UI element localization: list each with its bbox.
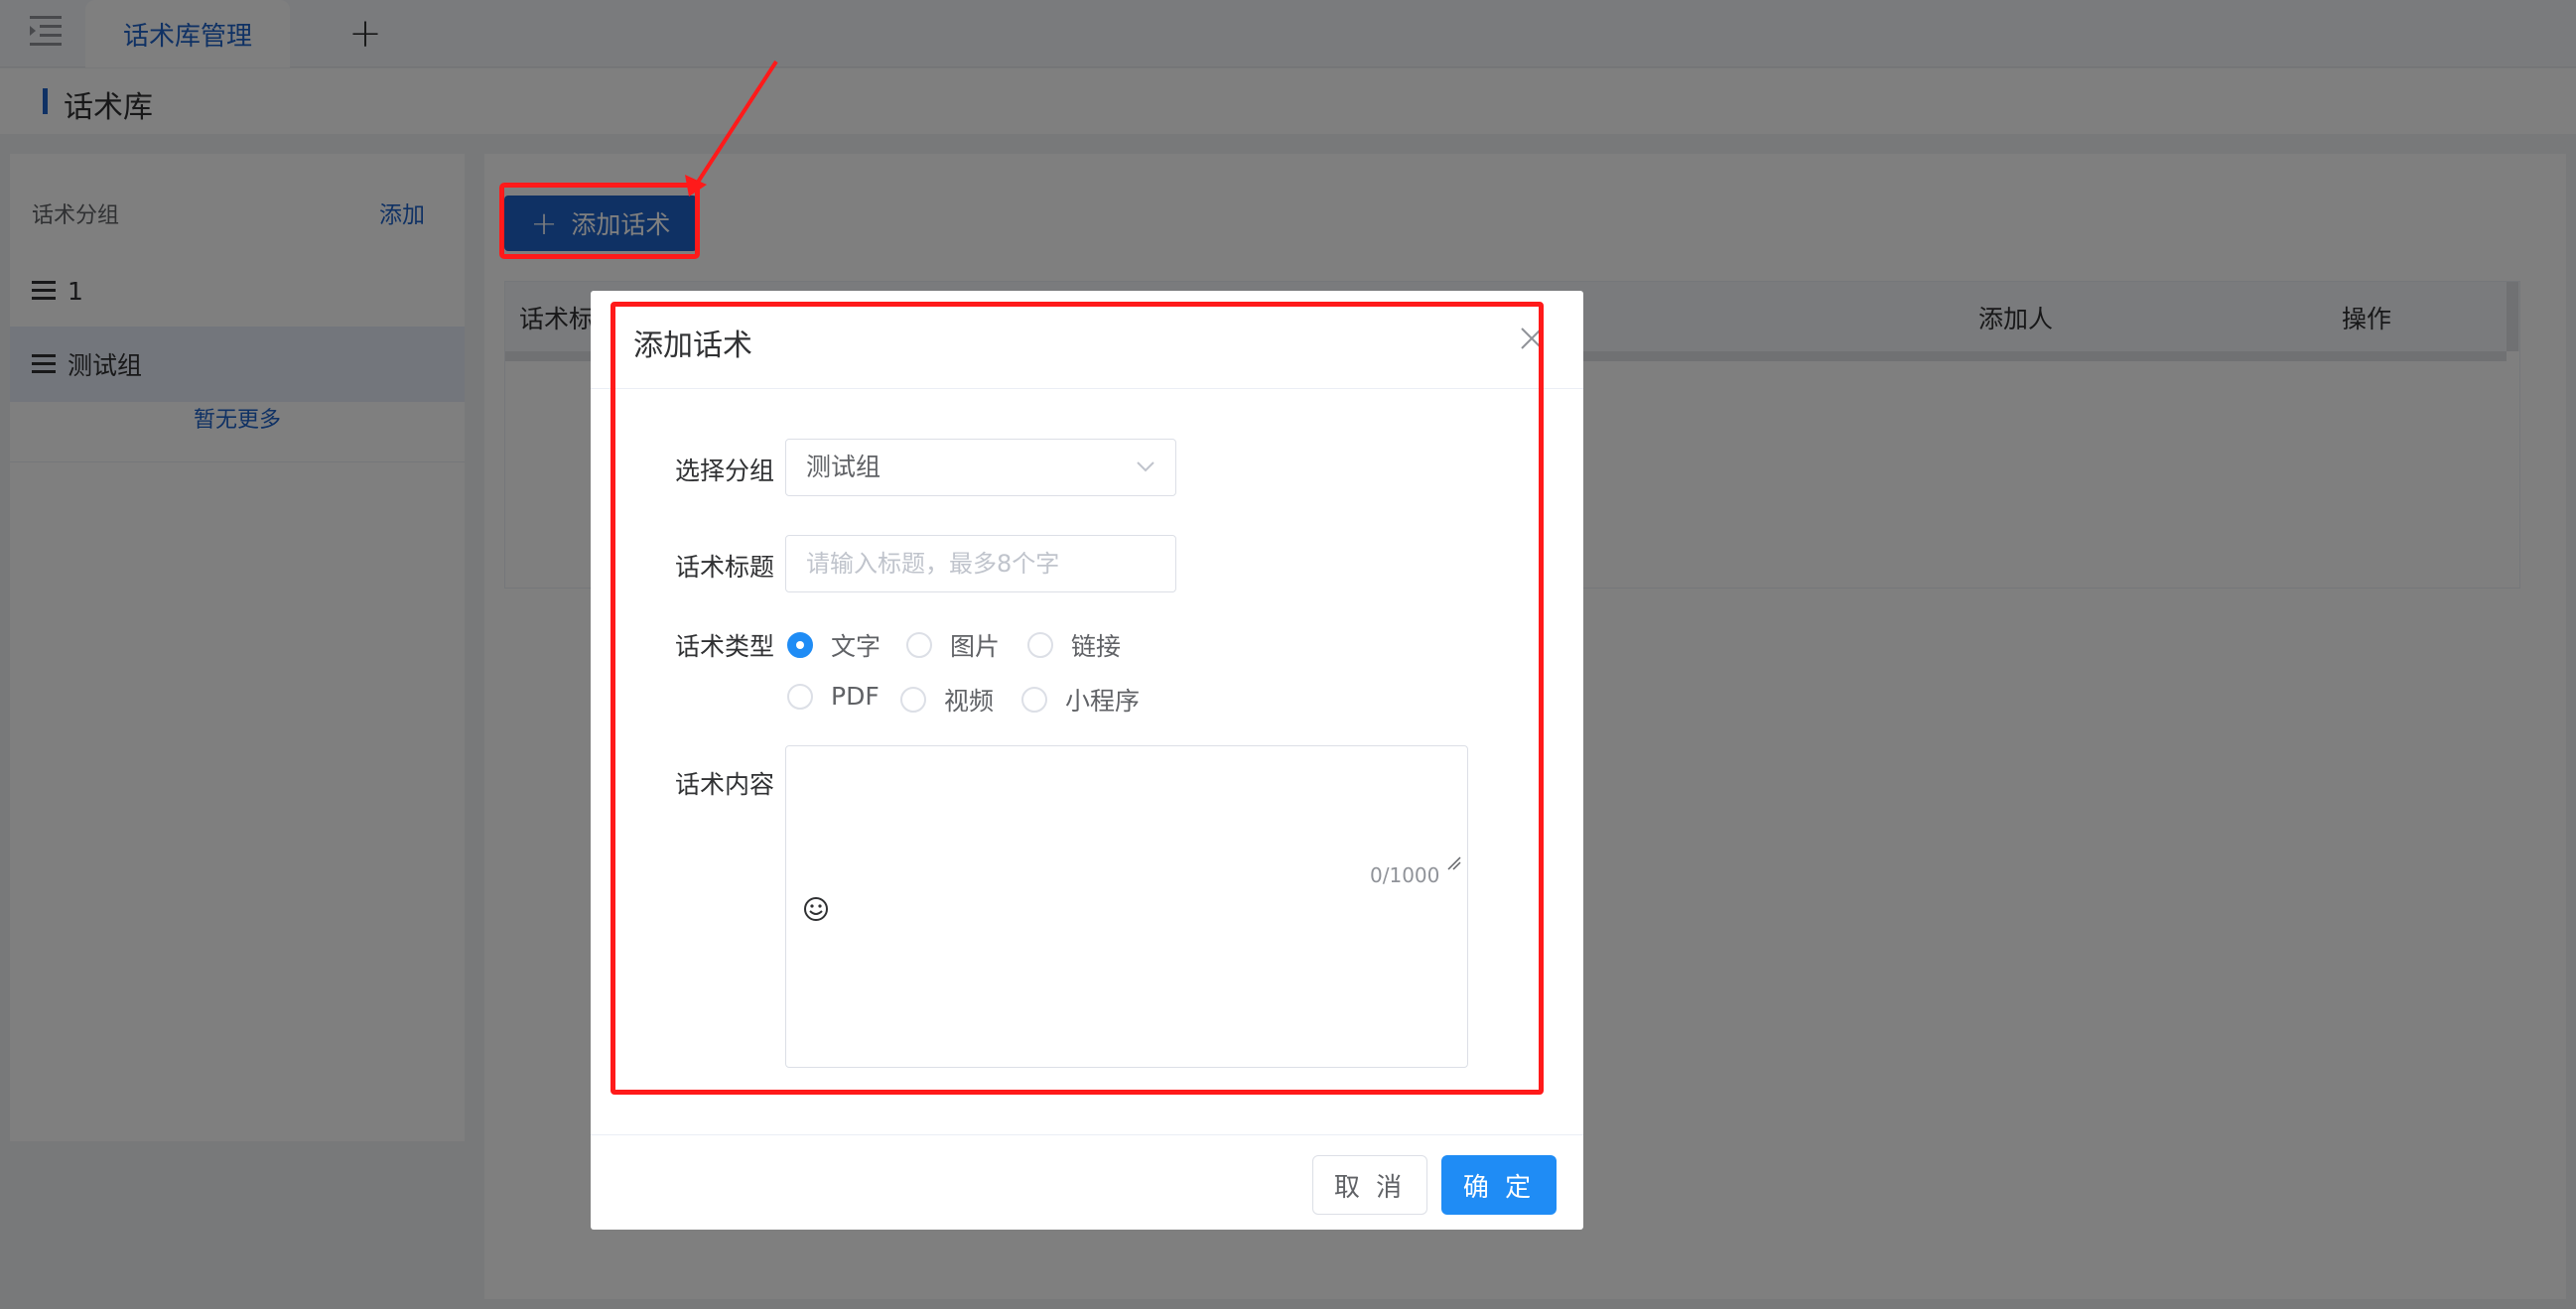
annotation-highlight-dialog-form — [610, 302, 1544, 1095]
annotation-highlight-add-button — [499, 183, 700, 259]
cancel-button[interactable]: 取 消 — [1312, 1155, 1427, 1215]
confirm-button[interactable]: 确 定 — [1441, 1155, 1557, 1215]
divider — [591, 1134, 1583, 1135]
